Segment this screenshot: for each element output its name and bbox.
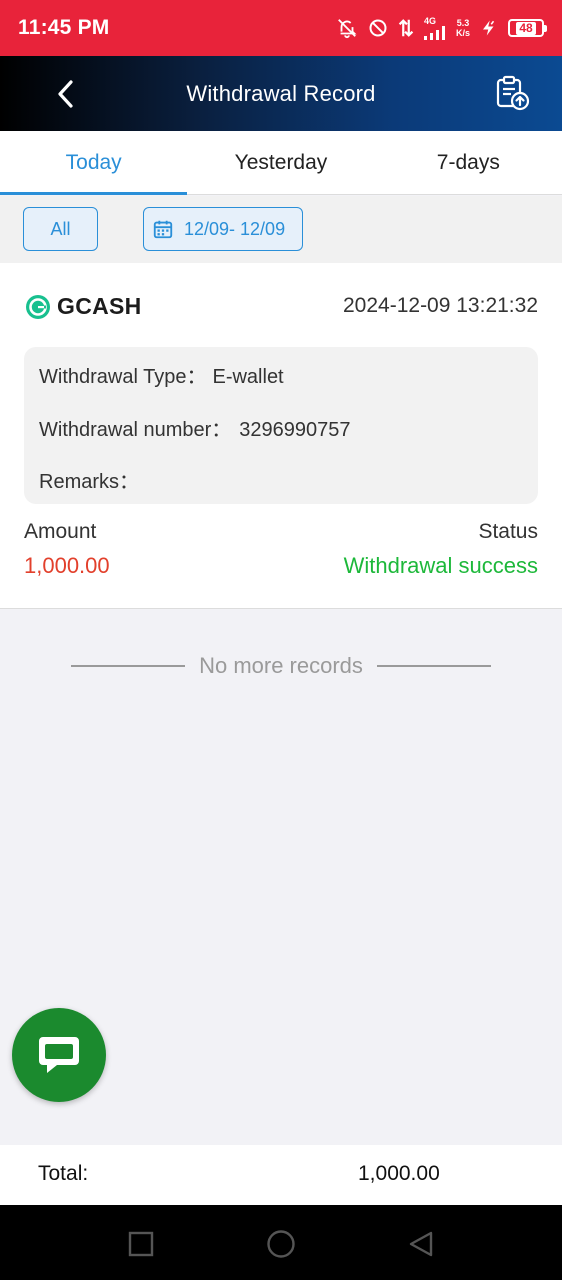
tab-7-days[interactable]: 7-days bbox=[375, 131, 562, 194]
clipboard-upload-icon bbox=[496, 75, 530, 111]
net-speed-unit: K/s bbox=[455, 28, 470, 38]
amount-value: 1,000.00 bbox=[24, 553, 110, 578]
remarks-label: Remarks： bbox=[39, 471, 140, 493]
bell-muted-icon bbox=[336, 17, 358, 39]
app-header: Withdrawal Record bbox=[0, 56, 562, 131]
withdrawal-number-value: 3296990757 bbox=[239, 419, 351, 441]
date-range-button[interactable]: 12/09- 12/09 bbox=[143, 207, 303, 251]
net-speed: 5.3 K/s bbox=[456, 18, 470, 38]
data-transfer-icon bbox=[398, 17, 414, 39]
divider-left bbox=[71, 665, 186, 667]
filter-row: All 12/09- 12/09 bbox=[0, 196, 562, 263]
network-type: 4G bbox=[423, 16, 436, 26]
withdrawal-number-row: Withdrawal number： 3296990757 bbox=[39, 413, 351, 442]
date-tabs: Today Yesterday 7-days bbox=[0, 131, 562, 195]
system-nav-bar bbox=[0, 1205, 562, 1280]
status-label: Status bbox=[478, 520, 538, 543]
square-icon bbox=[128, 1231, 154, 1257]
amount-label: Amount bbox=[24, 520, 97, 543]
brand-name: GCASH bbox=[57, 293, 142, 319]
net-speed-value: 5.3 bbox=[456, 18, 470, 28]
record-details: Withdrawal Type： E-wallet Withdrawal numb… bbox=[24, 347, 538, 504]
total-label: Total: bbox=[38, 1162, 89, 1185]
withdrawal-type-label: Withdrawal Type： bbox=[39, 366, 207, 388]
record-datetime: 2024-12-09 13:21:32 bbox=[343, 294, 538, 317]
circle-icon bbox=[267, 1230, 295, 1258]
divider-right bbox=[376, 665, 491, 667]
brand: GCASH bbox=[25, 293, 142, 320]
charging-icon bbox=[480, 19, 498, 37]
clipboard-upload-button[interactable] bbox=[492, 72, 532, 114]
withdrawal-type-value: E-wallet bbox=[212, 366, 284, 388]
list-end-indicator: No more records bbox=[0, 650, 562, 682]
filter-all-button[interactable]: All bbox=[23, 207, 98, 251]
recents-button[interactable] bbox=[126, 1229, 156, 1259]
gcash-logo-icon bbox=[26, 294, 50, 319]
date-range-label: 12/09- 12/09 bbox=[184, 218, 286, 239]
remarks-row: Remarks： bbox=[39, 465, 139, 494]
withdrawal-type-row: Withdrawal Type： E-wallet bbox=[39, 360, 284, 389]
status-value: Withdrawal success bbox=[343, 553, 538, 578]
back-nav-button[interactable] bbox=[406, 1229, 436, 1259]
page-title: Withdrawal Record bbox=[186, 80, 376, 106]
triangle-back-icon bbox=[409, 1231, 433, 1257]
tab-yesterday[interactable]: Yesterday bbox=[187, 131, 374, 194]
home-button[interactable] bbox=[266, 1229, 296, 1259]
total-bar: Total: 1,000.00 bbox=[0, 1145, 562, 1205]
withdrawal-number-label: Withdrawal number： bbox=[39, 419, 232, 441]
calendar-icon bbox=[153, 220, 173, 239]
do-not-disturb-icon bbox=[368, 18, 388, 38]
withdrawal-record-card[interactable]: GCASH 2024-12-09 13:21:32 Withdrawal Typ… bbox=[0, 263, 562, 609]
tab-today[interactable]: Today bbox=[0, 131, 188, 195]
total-value: 1,000.00 bbox=[358, 1162, 440, 1185]
battery-level: 48 bbox=[516, 21, 536, 35]
signal-icon: 4G bbox=[423, 16, 446, 40]
battery-icon: 48 bbox=[508, 19, 547, 37]
status-time: 11:45 PM bbox=[18, 16, 110, 39]
chevron-left-icon bbox=[58, 80, 73, 108]
chat-bubble-icon bbox=[39, 1037, 79, 1073]
live-chat-button[interactable] bbox=[12, 1008, 106, 1102]
back-button[interactable] bbox=[46, 74, 86, 114]
status-bar: 11:45 PM 4G 5.3 K/s 48 bbox=[0, 0, 562, 56]
status-icons: 4G 5.3 K/s 48 bbox=[336, 16, 547, 40]
no-more-records-text: No more records bbox=[199, 653, 363, 678]
